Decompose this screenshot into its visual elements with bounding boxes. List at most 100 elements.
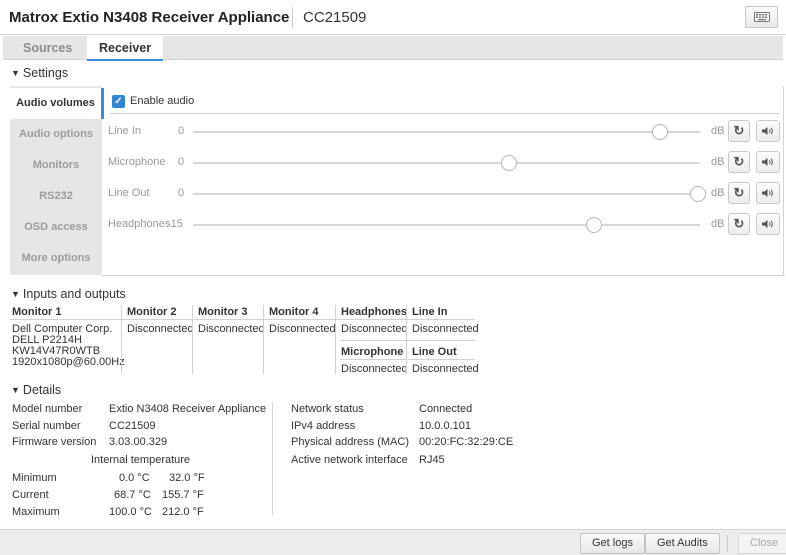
divider — [110, 113, 779, 114]
reset-volume-button[interactable]: ↻ — [728, 182, 750, 204]
volume-slider-track[interactable] — [193, 193, 700, 195]
monitor-1-header: Monitor 1 — [12, 306, 62, 318]
io-column-divider — [192, 305, 193, 374]
details-title: Details — [22, 383, 62, 397]
tab-sources[interactable]: Sources — [23, 36, 72, 60]
temp-current-c: 68.7 °C — [114, 489, 151, 501]
details-header[interactable]: ▼ Details — [11, 383, 61, 397]
monitor-2-status: Disconnected — [127, 323, 194, 335]
io-column-divider — [335, 305, 336, 374]
serial-title: CC21509 — [303, 9, 367, 26]
volume-slider-thumb[interactable] — [690, 186, 706, 202]
line-out-status: Disconnected — [412, 363, 479, 375]
volume-unit: dB — [711, 187, 725, 199]
volume-value: -15 — [167, 218, 183, 230]
network-status-label: Network status — [291, 403, 364, 415]
ipv4-address-value: 10.0.0.101 — [419, 420, 471, 432]
nav-audio-options[interactable]: Audio options — [10, 119, 102, 150]
serial-number-label: Serial number — [12, 420, 81, 432]
reset-volume-button[interactable]: ↻ — [728, 213, 750, 235]
nav-audio-volumes[interactable]: Audio volumes — [10, 88, 104, 119]
model-number-value: Extio N3408 Receiver Appliance — [109, 403, 267, 415]
volume-slider-track[interactable] — [193, 162, 700, 164]
title-separator — [292, 7, 293, 28]
volume-slider-thumb[interactable] — [586, 217, 603, 233]
nav-more-options[interactable]: More options — [10, 243, 102, 274]
model-number-label: Model number — [12, 403, 83, 415]
volume-row: Headphones -15 dB ↻ — [108, 213, 783, 237]
volume-value: 0 — [178, 125, 185, 137]
nav-osd-access[interactable]: OSD access — [10, 212, 102, 243]
network-status-value: Connected — [419, 403, 473, 415]
refresh-icon: ↻ — [733, 123, 745, 138]
volume-row: Microphone 0 dB ↻ — [108, 151, 783, 175]
volume-row: Line In 0 dB ↻ — [108, 120, 783, 144]
volume-label: Headphones — [108, 218, 171, 230]
details-column-divider — [272, 402, 273, 515]
line-out-header: Line Out — [412, 346, 457, 358]
ipv4-address-label: IPv4 address — [291, 420, 356, 432]
monitor-4-status: Disconnected — [269, 323, 336, 335]
settings-panel-border — [783, 86, 784, 276]
caret-down-icon: ▼ — [11, 68, 20, 78]
tab-bar: Sources Receiver — [3, 36, 783, 61]
volume-label: Line In — [108, 125, 142, 137]
enable-audio-row[interactable]: ✓ Enable audio — [112, 93, 194, 109]
settings-header[interactable]: ▼ Settings — [11, 66, 68, 80]
settings-sidenav: Audio volumes Audio options Monitors RS2… — [10, 86, 104, 275]
io-column-divider — [263, 305, 264, 374]
line-in-status: Disconnected — [412, 323, 479, 335]
volume-slider-track[interactable] — [193, 131, 700, 133]
io-title: Inputs and outputs — [22, 287, 126, 301]
caret-down-icon: ▼ — [11, 385, 20, 395]
nav-rs232[interactable]: RS232 — [10, 181, 102, 212]
network-interface-value: RJ45 — [419, 454, 445, 466]
volume-row: Line Out 0 dB ↻ — [108, 182, 783, 206]
close-button[interactable]: Close — [738, 533, 786, 554]
mute-button[interactable] — [756, 182, 780, 204]
app-title: Matrox Extio N3408 Receiver Appliance — [9, 9, 290, 26]
keyboard-button[interactable] — [745, 6, 778, 28]
enable-audio-label: Enable audio — [130, 95, 195, 107]
volume-value: 0 — [178, 156, 185, 168]
headphones-status: Disconnected — [341, 323, 408, 335]
volume-unit: dB — [711, 125, 725, 137]
enable-audio-checkbox[interactable]: ✓ — [112, 94, 125, 108]
headphones-header: Headphones — [341, 306, 408, 318]
temp-min-c: 0.0 °C — [119, 472, 150, 484]
volume-slider-thumb[interactable] — [652, 124, 669, 140]
firmware-version-value: 3.03.00.329 — [109, 436, 168, 448]
get-audits-button[interactable]: Get Audits — [645, 533, 720, 554]
nav-monitors[interactable]: Monitors — [10, 150, 102, 181]
temp-max-f: 212.0 °F — [162, 506, 204, 518]
title-bar: Matrox Extio N3408 Receiver Appliance CC… — [0, 0, 786, 35]
volume-value: 0 — [178, 187, 185, 199]
mute-button[interactable] — [756, 151, 780, 173]
get-logs-button[interactable]: Get logs — [580, 533, 645, 554]
keyboard-icon — [753, 12, 770, 22]
volume-slider-thumb[interactable] — [500, 155, 517, 171]
io-header[interactable]: ▼ Inputs and outputs — [11, 287, 126, 301]
refresh-icon: ↻ — [733, 185, 745, 200]
speaker-icon — [762, 220, 773, 228]
settings-panel — [102, 86, 785, 276]
io-divider — [340, 359, 475, 360]
mac-address-label: Physical address (MAC) — [291, 436, 409, 448]
mute-button[interactable] — [756, 120, 780, 142]
volume-label: Line Out — [108, 187, 150, 199]
reset-volume-button[interactable]: ↻ — [728, 151, 750, 173]
internal-temperature-title: Internal temperature — [91, 454, 191, 466]
serial-number-value: CC21509 — [109, 420, 156, 432]
mac-address-value: 00:20:FC:32:29:CE — [419, 436, 514, 448]
reset-volume-button[interactable]: ↻ — [728, 120, 750, 142]
speaker-icon — [762, 189, 773, 197]
monitor-2-header: Monitor 2 — [127, 306, 177, 318]
temp-max-c: 100.0 °C — [109, 506, 152, 518]
speaker-icon — [762, 158, 773, 166]
line-in-header: Line In — [412, 306, 448, 318]
tab-receiver[interactable]: Receiver — [87, 36, 164, 61]
temp-current-f: 155.7 °F — [162, 489, 204, 501]
mute-button[interactable] — [756, 213, 780, 235]
microphone-header: Microphone — [341, 346, 404, 358]
volume-slider-track[interactable] — [193, 224, 700, 226]
